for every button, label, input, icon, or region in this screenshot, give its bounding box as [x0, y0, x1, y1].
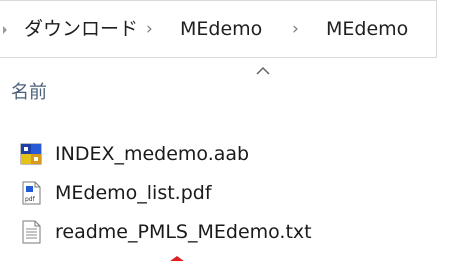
- pdf-file-icon: pdf: [22, 181, 41, 205]
- column-header: 名前: [0, 58, 452, 118]
- sort-ascending-icon: [256, 66, 270, 75]
- breadcrumb-overflow-icon[interactable]: [3, 26, 7, 34]
- address-bar[interactable]: ダウンロード › MEdemo › MEdemo: [0, 0, 437, 58]
- file-name: readme_PMLS_MEdemo.txt: [55, 221, 312, 243]
- file-name: MEdemo_list.pdf: [55, 182, 212, 204]
- breadcrumb-item-medemo-1[interactable]: MEdemo: [180, 17, 262, 41]
- file-row[interactable]: readme_PMLS_MEdemo.txt: [0, 214, 452, 250]
- aab-file-icon: [20, 143, 42, 165]
- chevron-right-icon[interactable]: ›: [292, 17, 299, 41]
- chevron-right-icon[interactable]: ›: [146, 17, 153, 41]
- txt-file-icon: [22, 220, 41, 244]
- svg-text:pdf: pdf: [25, 196, 36, 203]
- column-header-name[interactable]: 名前: [11, 81, 47, 105]
- file-row[interactable]: INDEX_medemo.aab: [0, 136, 452, 172]
- red-arrow-icon: [170, 256, 184, 261]
- file-name: INDEX_medemo.aab: [55, 143, 250, 165]
- file-explorer-window: ダウンロード › MEdemo › MEdemo 名前 INDEX_medemo…: [0, 0, 452, 261]
- breadcrumb-item-downloads[interactable]: ダウンロード: [24, 17, 138, 41]
- file-row[interactable]: pdf MEdemo_list.pdf: [0, 175, 452, 211]
- breadcrumb-item-medemo-2[interactable]: MEdemo: [326, 17, 408, 41]
